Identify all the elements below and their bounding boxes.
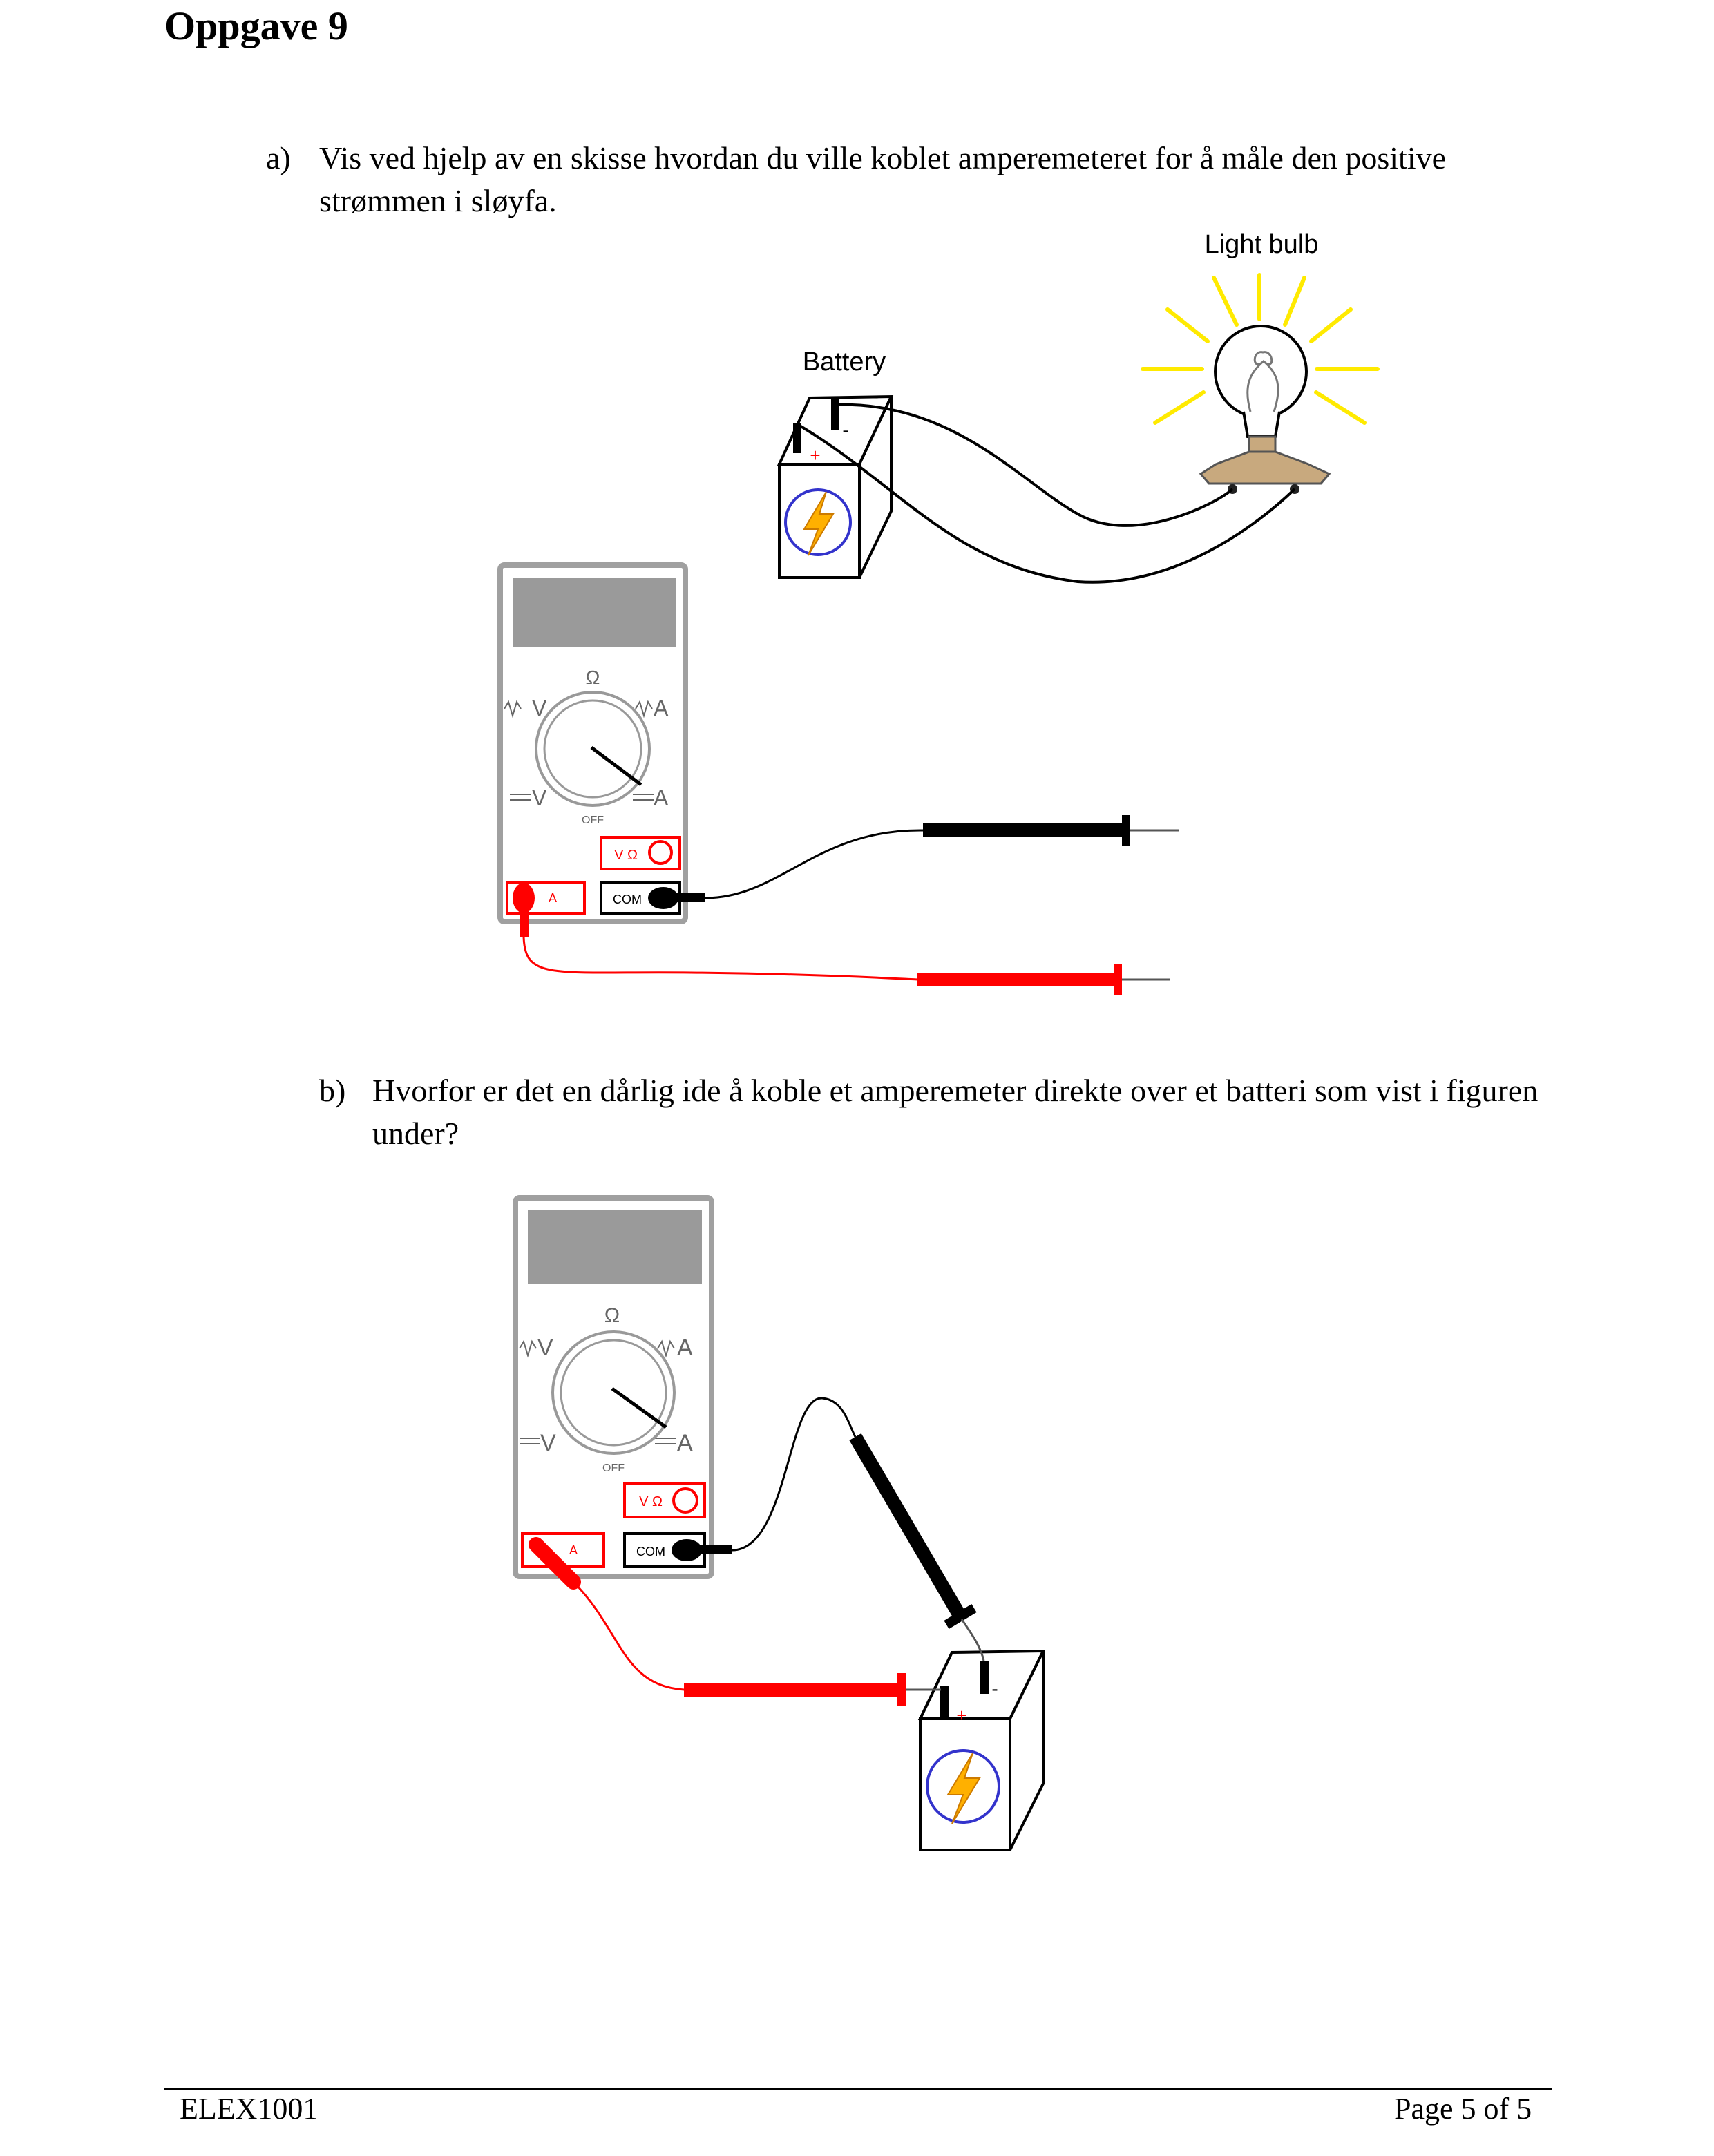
- figure-b-circuit: Ω V A V A OFF V Ω A COM + -: [513, 1195, 1046, 1851]
- meter-b-ac-v: V: [537, 1335, 553, 1361]
- footer-divider: [164, 2088, 1552, 2090]
- battery-b-plus: +: [956, 1705, 966, 1726]
- footer-right: Page 5 of 5: [1394, 2092, 1532, 2126]
- battery-b: + -: [917, 1649, 1046, 1851]
- meter-b-ac-a: A: [677, 1335, 693, 1361]
- battery-b-minus: -: [991, 1678, 998, 1699]
- svg-text:COM: COM: [636, 1545, 665, 1558]
- multimeter-b-display: [528, 1210, 702, 1284]
- meter-b-dc-a: A: [677, 1430, 693, 1456]
- meter-b-off: OFF: [602, 1462, 625, 1474]
- svg-text:V Ω: V Ω: [639, 1494, 663, 1509]
- meter-b-dc-v: V: [540, 1430, 556, 1456]
- multimeter-b[interactable]: Ω V A V A OFF V Ω A COM: [513, 1195, 714, 1579]
- meter-b-omega: Ω: [604, 1304, 620, 1327]
- svg-text:A: A: [569, 1543, 578, 1557]
- footer-left: ELEX1001: [180, 2092, 318, 2126]
